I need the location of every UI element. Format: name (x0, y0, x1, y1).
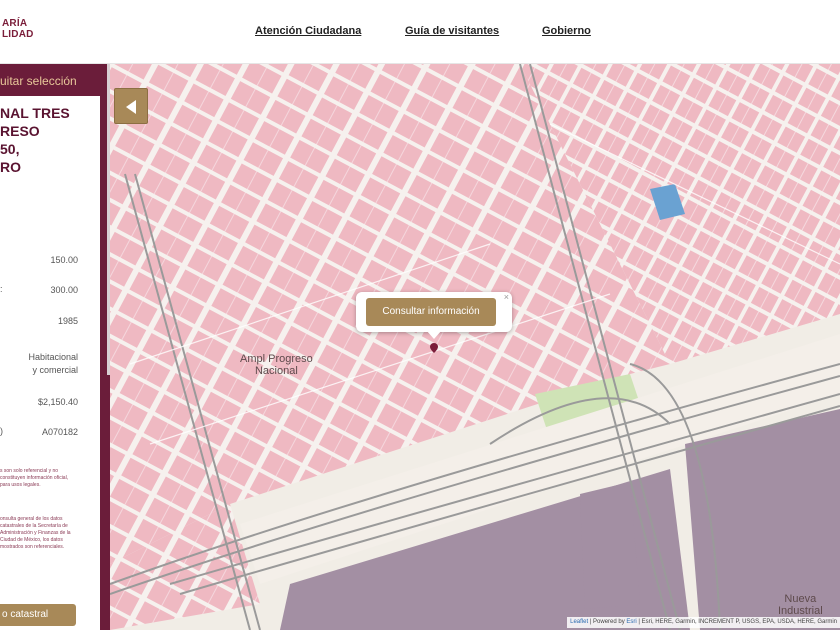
property-title: NAL TRES RESO 50, RO (0, 104, 96, 176)
field-value: 150.00 (50, 255, 78, 265)
clear-selection-button[interactable]: uitar selección (0, 74, 98, 96)
field-value: 300.00 (50, 285, 78, 295)
consult-info-button[interactable]: Consultar información (366, 298, 496, 326)
catastral-button[interactable]: o catastral (0, 604, 76, 626)
field-value: 1985 (57, 316, 78, 326)
property-title-line: NAL TRES (0, 105, 70, 121)
industrial-label: Nueva Industrial (778, 593, 823, 617)
top-nav: Atención Ciudadana Guía de visitantes Go… (0, 25, 840, 41)
industrial-building (580, 482, 640, 609)
neighborhood-label-line: Nacional (254, 365, 298, 377)
field-key: : (0, 284, 3, 294)
map-attribution: Leaflet | Powered by Esri | Esri, HERE, … (567, 617, 840, 628)
neighborhood-label-line: Ampl Progreso (240, 353, 313, 365)
popup-tip (426, 330, 442, 339)
leaflet-link[interactable]: Leaflet (570, 619, 588, 625)
field-value: Habitacional (28, 352, 78, 362)
esri-link[interactable]: Esri (626, 619, 636, 625)
nav-link-gobierno[interactable]: Gobierno (542, 25, 591, 37)
disclaimer-note: s son solo referencial y no constituyen … (0, 468, 69, 488)
property-title-line: RESO (0, 123, 40, 139)
page: ARÍA LIDAD Atención Ciudadana Guía de vi… (0, 0, 840, 630)
industrial-label-line: Industrial (778, 605, 823, 617)
nav-link-atencion-ciudadana[interactable]: Atención Ciudadana (255, 25, 361, 37)
attribution-sep: | Powered by (588, 619, 627, 625)
map-popup: Consultar información × (356, 292, 512, 339)
field-value: A070182 (41, 427, 78, 437)
close-icon[interactable]: × (504, 292, 509, 302)
chevron-left-icon (126, 100, 136, 114)
nav-link-guia-visitantes[interactable]: Guía de visitantes (405, 25, 499, 37)
map-pin-icon[interactable] (430, 343, 438, 353)
top-header: ARÍA LIDAD Atención Ciudadana Guía de vi… (0, 0, 840, 64)
property-title-line: 50, (0, 141, 20, 157)
field-value: $2,150.40 (37, 397, 78, 407)
property-info-card: NAL TRES RESO 50, RO 150.00 : 300.00 198… (0, 96, 100, 630)
neighborhood-label: Ampl Progreso Nacional (240, 353, 313, 377)
source-note: onsulta general de los datos catastrales… (0, 516, 71, 550)
industrial-label-line: Nueva (784, 593, 817, 605)
property-title-line: RO (0, 159, 21, 175)
attribution-text: | Esri, HERE, Garmin, INCREMENT P, USGS,… (636, 619, 837, 625)
collapse-sidebar-button[interactable] (114, 88, 148, 124)
field-key: ) (0, 426, 3, 436)
map-tiles (110, 64, 840, 630)
map-canvas[interactable]: Ampl Progreso Nacional Nueva Industrial … (110, 64, 840, 630)
field-value: y comercial (32, 365, 78, 375)
